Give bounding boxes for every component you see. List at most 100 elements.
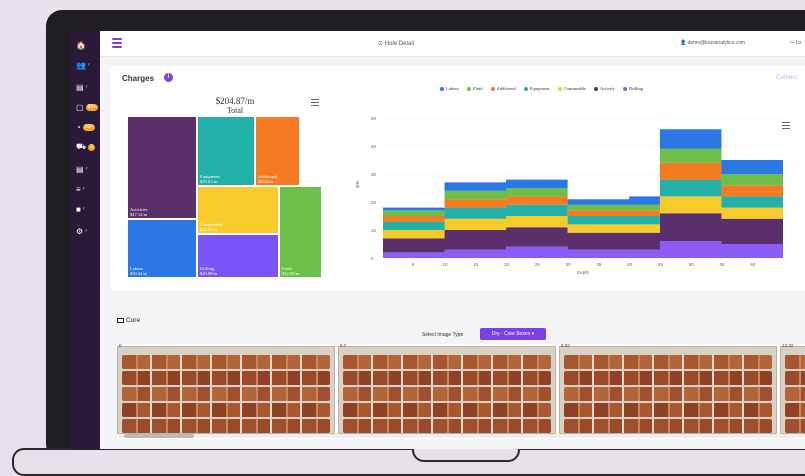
image-type-dropdown[interactable]: Dry - Core Boxes ▾	[480, 328, 546, 340]
x-tick-label: 40	[627, 262, 633, 267]
core-sample-row	[122, 355, 330, 369]
sidebar-item-list[interactable]: ≡ ‹	[76, 183, 98, 195]
sidebar-item-cart[interactable]: ⛟ 9	[76, 141, 98, 153]
charges-title: Charges	[122, 74, 155, 83]
y-axis-label: $/m	[355, 180, 360, 188]
chevron-icon: ‹	[85, 228, 88, 234]
treemap-cell-additional: Additional $20.8/m	[255, 116, 300, 186]
user-menu[interactable]: 👤 demo@kruxanalytics.com	[680, 40, 745, 46]
y-tick-label: 20	[371, 200, 377, 205]
core-sample-row	[122, 403, 330, 417]
treemap-cell-label: Additional $20.8/m	[258, 174, 278, 184]
sidebar-item-documents[interactable]: ▤ ‹	[76, 81, 98, 93]
sidebar-item-settings[interactable]: ⚙ ‹	[76, 225, 98, 237]
treemap-cell-drilling: Drilling $29.89/m	[197, 234, 279, 278]
topbar: ⊙ Hole Detail 👤 demo@kruxanalytics.com ↪…	[100, 31, 805, 57]
core-sample-row	[564, 387, 772, 401]
treemap-cell-equipment: Equipment $29.81/m	[197, 116, 255, 186]
core-box-image[interactable]	[780, 346, 805, 434]
treemap-cell-consumable: Consumable $25.88/m	[197, 186, 279, 234]
sidebar-item-grid[interactable]: ■ ‹	[76, 203, 98, 215]
treemap-cell-fluid: Fluid $12.56/m	[279, 186, 322, 278]
y-tick-label: 30	[371, 172, 377, 177]
sidebar-item-reports[interactable]: ▤ ‹	[76, 163, 98, 175]
select-image-type-label: Select Image Type	[422, 332, 464, 338]
y-tick-label: 0	[371, 256, 374, 261]
x-tick-label: 30	[566, 262, 572, 267]
core-box-image[interactable]	[559, 346, 777, 434]
core-sample-row	[564, 371, 772, 385]
x-tick-label: 55	[719, 262, 725, 267]
clock-icon: ◔	[76, 122, 81, 132]
core-sample-row	[343, 371, 551, 385]
core-sample-row	[122, 419, 330, 433]
core-sample-row	[564, 403, 772, 417]
x-tick-label: 45	[658, 262, 664, 267]
core-sample-row	[343, 355, 551, 369]
core-images-strip: 0 5.7 8.92 13.32	[117, 343, 805, 439]
core-sample-row	[785, 371, 805, 385]
core-sample-row	[785, 355, 805, 369]
core-box-image[interactable]	[338, 346, 556, 434]
x-tick-label: 25	[535, 262, 541, 267]
core-sample-row	[343, 403, 551, 417]
treemap-menu-icon[interactable]	[311, 99, 319, 108]
x-axis-label: Depth	[577, 270, 590, 275]
hamburger-icon[interactable]	[112, 38, 122, 48]
badge: 99+	[85, 103, 99, 111]
chevron-icon: ‹	[87, 62, 90, 68]
logout-button[interactable]: ↪ Lo	[790, 40, 801, 46]
core-depth-label: 13.32	[782, 343, 794, 348]
core-section-title: Core	[117, 317, 140, 324]
x-tick-label: 5	[412, 262, 415, 267]
core-depth-label: 5.7	[340, 343, 347, 348]
x-tick-label: 20	[504, 262, 510, 267]
core-sample-row	[122, 387, 330, 401]
team-icon: 👥	[76, 60, 86, 70]
y-tick-label: 50	[371, 116, 377, 121]
treemap-cell-label: Drilling $29.89/m	[200, 266, 218, 276]
core-sample-row	[564, 355, 772, 369]
currency-selector[interactable]: Currenc	[776, 75, 797, 81]
home-icon[interactable]: 🏠	[76, 39, 98, 51]
app-screen: 🏠 👥 ‹ ▤ ‹ ▢ 99+ ◔ 99+ ⛟ 9 ▤ ‹ ≡ ‹ ■ ‹ ⚙ ‹ ⊙ Hole …	[70, 31, 805, 449]
chevron-icon: ‹	[82, 186, 85, 192]
x-tick-label: 50	[689, 262, 695, 267]
core-sample-row	[785, 387, 805, 401]
gear-icon: ⚙	[76, 226, 84, 236]
badge: 99+	[82, 123, 96, 131]
sidebar: 🏠 👥 ‹ ▤ ‹ ▢ 99+ ◔ 99+ ⛟ 9 ▤ ‹ ≡ ‹ ■ ‹ ⚙ ‹	[70, 31, 100, 449]
sidebar-item-history[interactable]: ◔ 99+	[76, 121, 98, 133]
badge: 9	[88, 143, 95, 151]
treemap-cell-label: Equipment $29.81/m	[200, 174, 220, 184]
laptop-notch	[412, 448, 520, 462]
image-icon	[117, 318, 124, 323]
grid-icon: ■	[76, 204, 81, 214]
core-sample-row	[343, 387, 551, 401]
charges-card: Charges i Currenc $204.87/m Total Activi…	[110, 66, 805, 291]
core-depth-label: 0	[119, 343, 122, 348]
treemap-cell-label: Activities $47.12/m	[130, 207, 148, 217]
y-tick-label: 10	[371, 228, 377, 233]
info-icon[interactable]: i	[164, 73, 173, 82]
core-sample-row	[785, 403, 805, 417]
document-icon: ▤	[76, 82, 84, 92]
core-sample-row	[564, 419, 772, 433]
treemap-cell-activities: Activities $47.12/m	[127, 116, 197, 219]
treemap-total-label: Total	[226, 106, 244, 115]
chevron-icon: ‹	[82, 206, 85, 212]
x-tick-label: 35	[596, 262, 602, 267]
treemap-cell-label: Labour $39.44/m	[130, 266, 148, 276]
chevron-icon: ‹	[85, 84, 88, 90]
treemap-cell-label: Fluid $12.56/m	[282, 266, 300, 276]
sidebar-item-cards[interactable]: ▢ 99+	[76, 101, 99, 113]
scroll-thumb[interactable]	[124, 434, 194, 438]
horizontal-scrollbar[interactable]	[119, 434, 805, 438]
treemap-total-value: $204.87/m	[215, 96, 255, 106]
card-icon: ▢	[76, 102, 84, 112]
sidebar-item-team[interactable]: 👥 ‹	[76, 59, 98, 71]
list-icon: ≡	[76, 184, 81, 194]
core-box-image[interactable]	[117, 346, 335, 434]
report-icon: ▤	[76, 164, 84, 174]
x-tick-label: 60	[750, 262, 756, 267]
